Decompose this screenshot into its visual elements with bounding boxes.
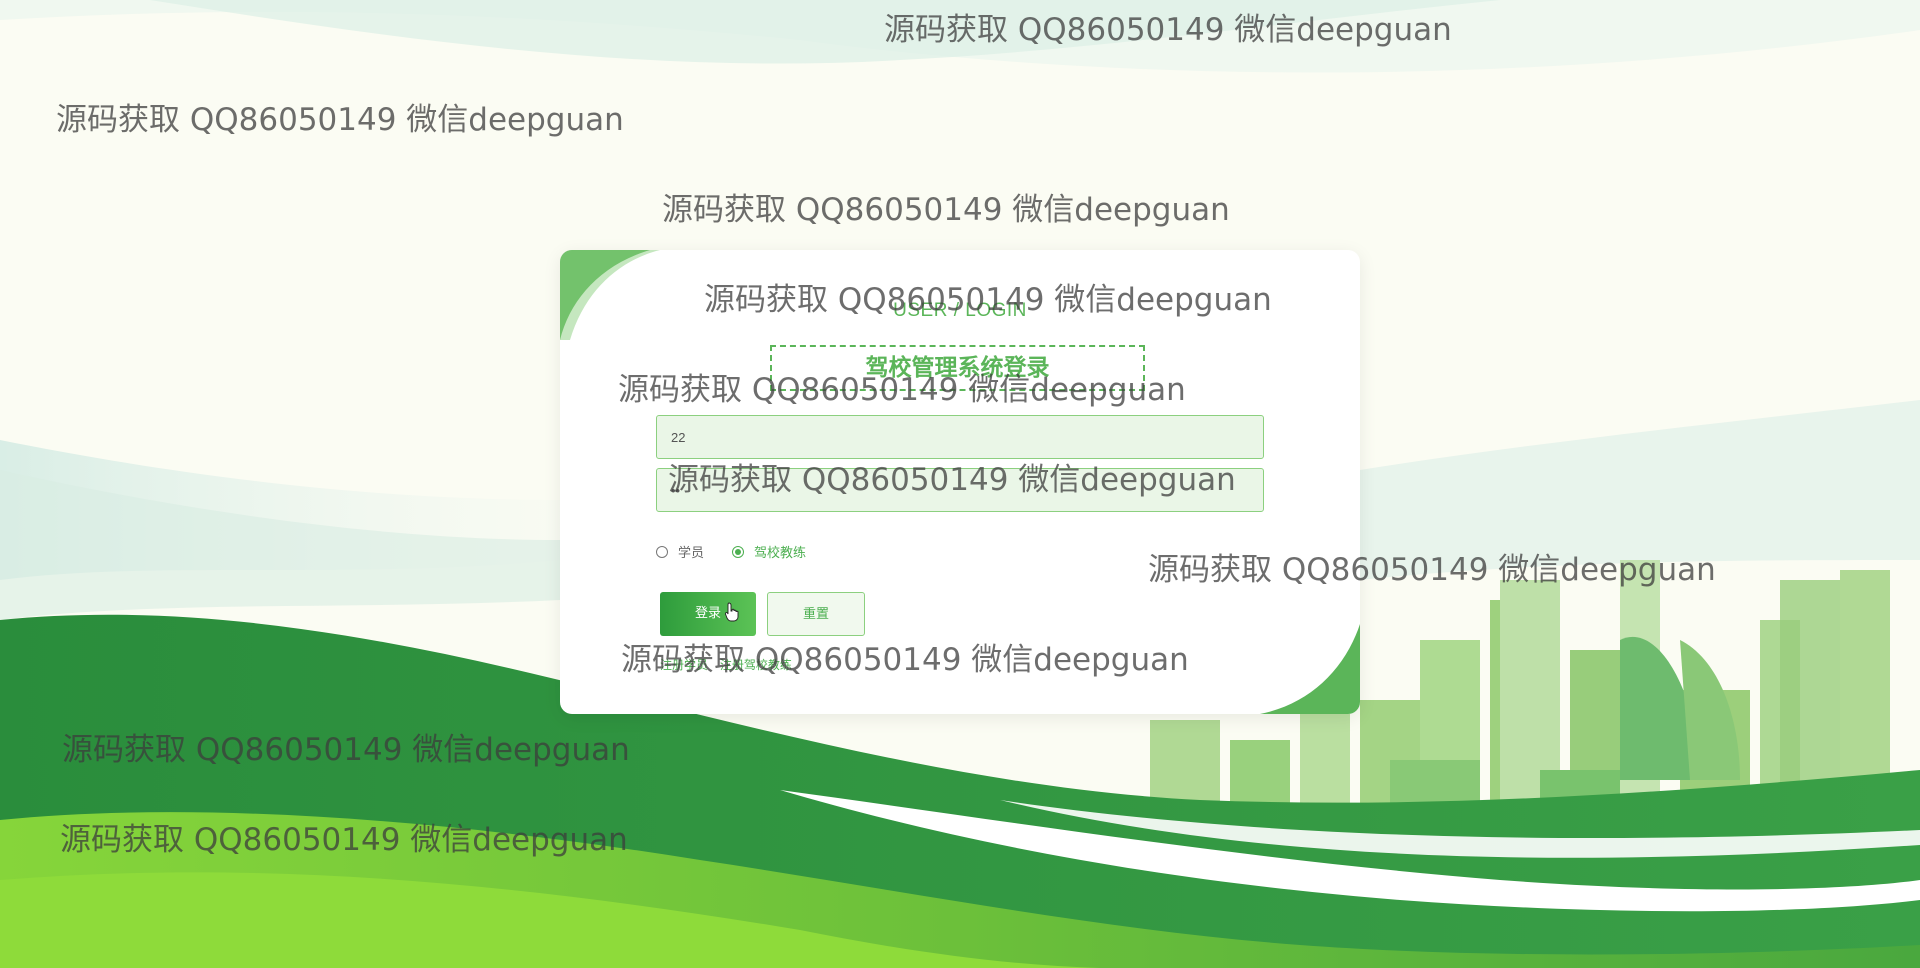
role-option-student[interactable]: 学员 — [656, 542, 704, 561]
radio-checked-icon[interactable] — [732, 545, 745, 558]
card-corner-decoration — [560, 250, 660, 340]
reset-button[interactable]: 重置 — [767, 592, 865, 636]
register-links: 注册学员 注册驾校教练 — [660, 656, 800, 673]
card-corner-decoration — [1260, 624, 1360, 714]
login-page: USER / LOGIN 驾校管理系统登录 学员 驾校教练 登录 重置 注册学员… — [0, 0, 1920, 968]
password-input[interactable] — [656, 468, 1264, 512]
role-label-student: 学员 — [678, 546, 705, 561]
page-title: 驾校管理系统登录 — [770, 345, 1145, 391]
role-label-coach: 驾校教练 — [754, 546, 807, 561]
role-option-coach[interactable]: 驾校教练 — [732, 542, 806, 561]
login-subtitle: USER / LOGIN — [893, 300, 1027, 321]
username-input[interactable] — [656, 415, 1264, 459]
radio-unchecked-icon[interactable] — [656, 545, 668, 558]
register-student-link[interactable]: 注册学员 — [660, 658, 708, 672]
hand-cursor-icon — [725, 602, 739, 622]
register-coach-link[interactable]: 注册驾校教练 — [720, 658, 792, 672]
login-button[interactable]: 登录 — [660, 592, 756, 636]
login-card: USER / LOGIN 驾校管理系统登录 学员 驾校教练 登录 重置 注册学员… — [560, 250, 1360, 714]
role-radio-group: 学员 驾校教练 — [656, 542, 834, 561]
